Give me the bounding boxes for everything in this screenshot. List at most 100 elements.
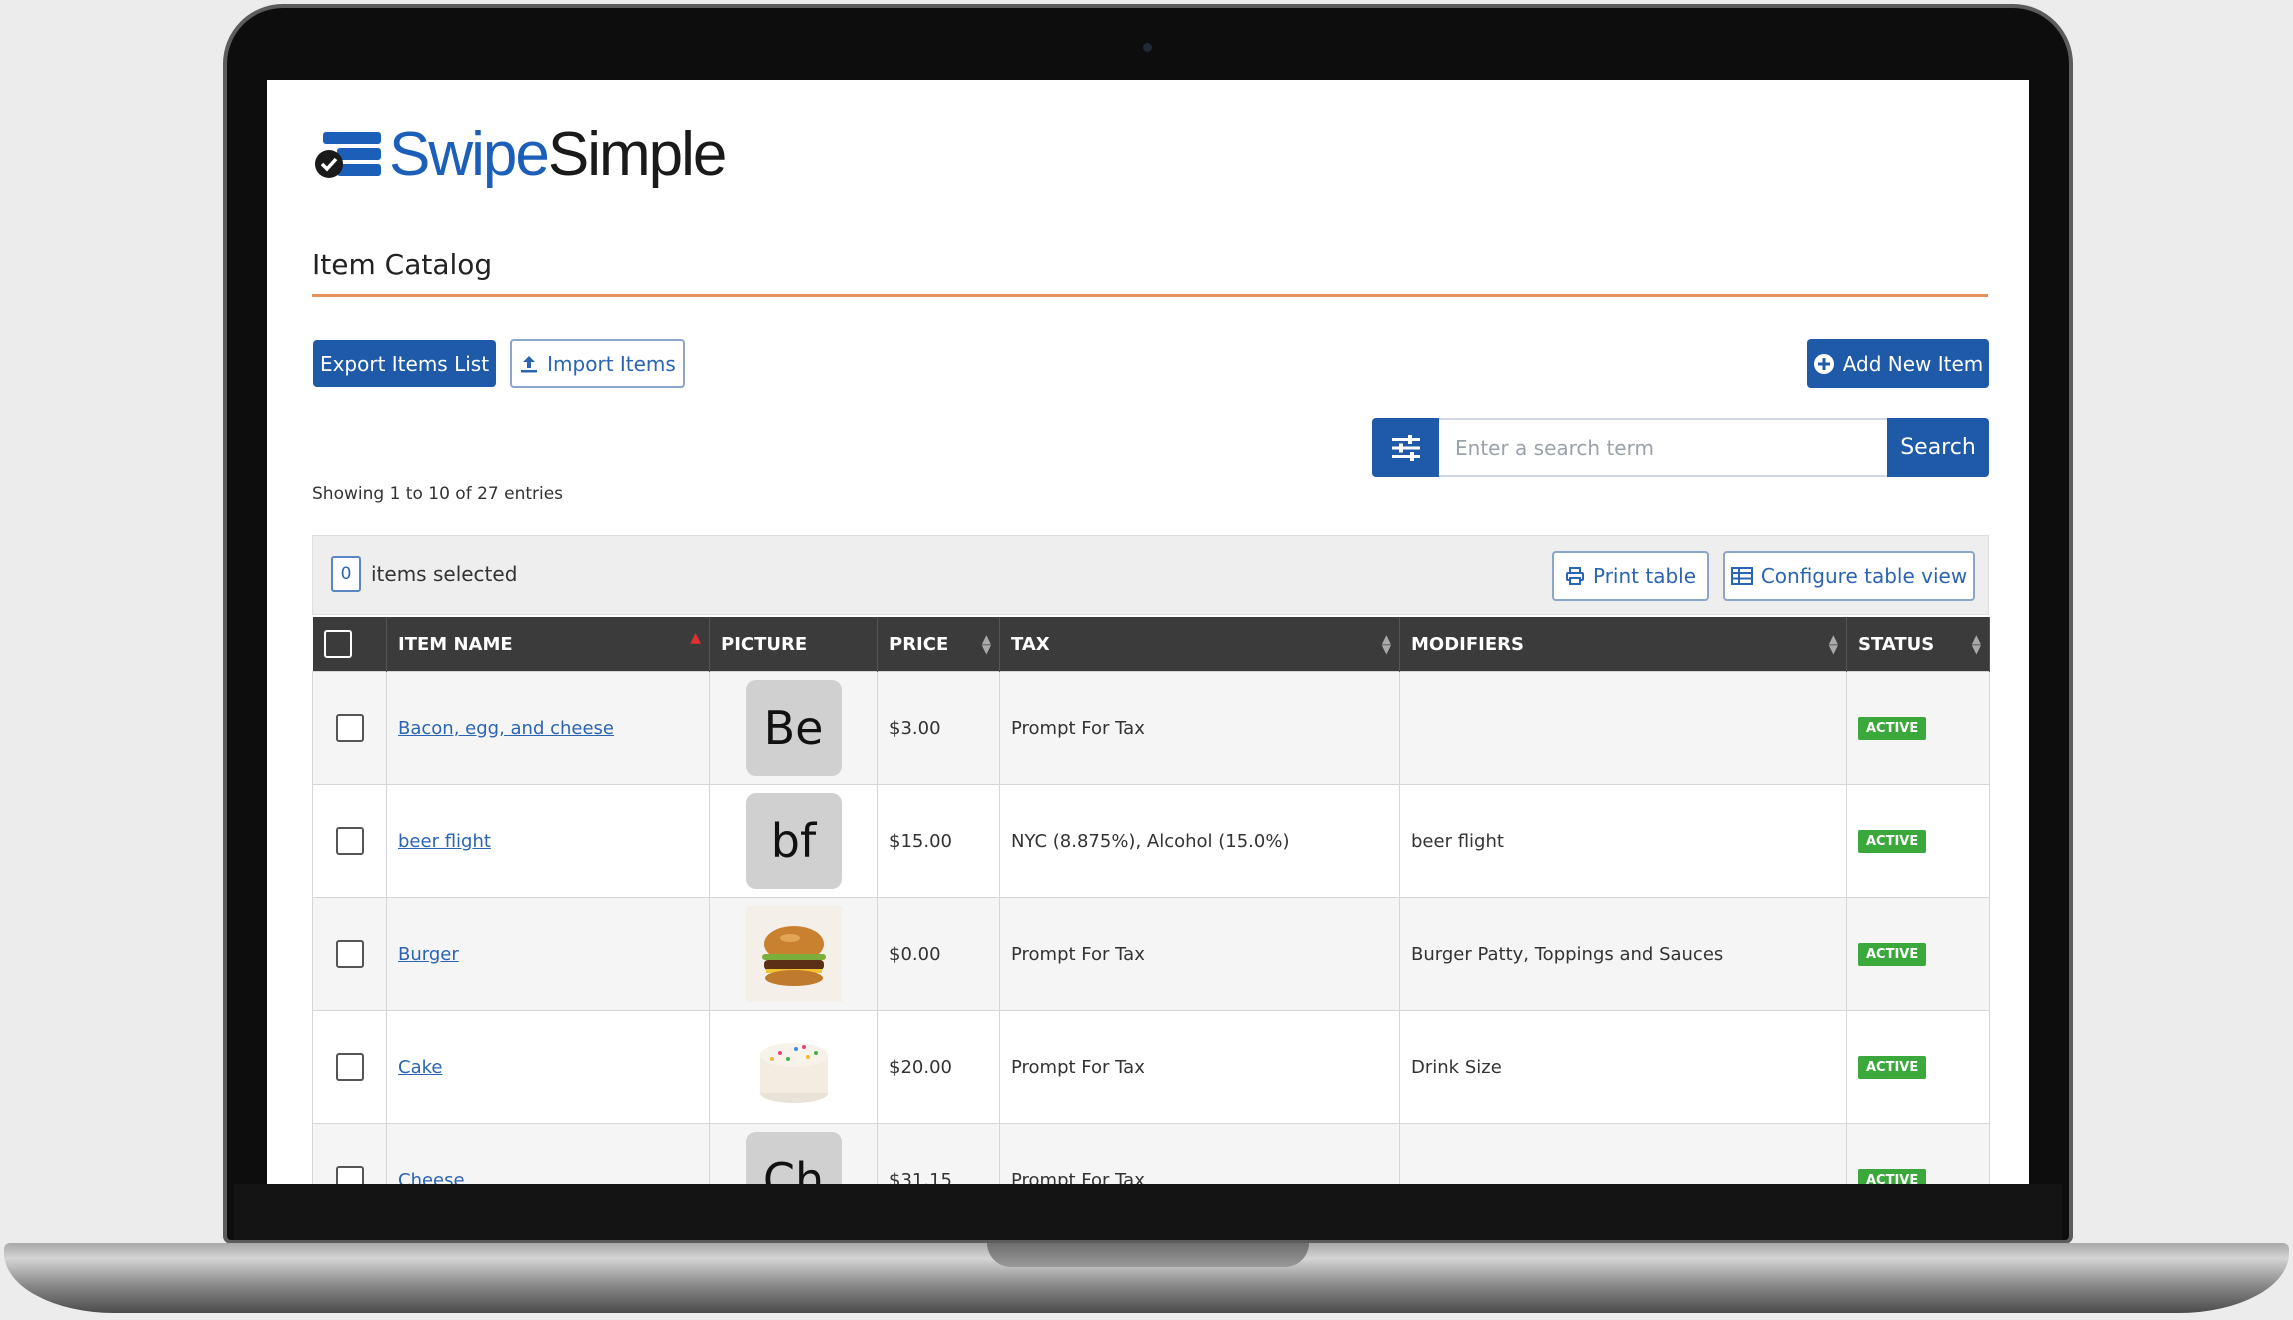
- table-row: beer flight bf $15.00 NYC (8.875%), Alco…: [312, 784, 1990, 898]
- picture-cell: [709, 1010, 878, 1124]
- logo-word-simple: Simple: [547, 119, 728, 189]
- configure-table-view-label: Configure table view: [1760, 564, 1968, 588]
- column-label: TAX: [1011, 633, 1050, 655]
- tax-cell: Prompt For Tax: [999, 1010, 1400, 1124]
- items-selected-label: items selected: [371, 562, 518, 586]
- print-table-button[interactable]: Print table: [1552, 551, 1709, 601]
- column-header-status[interactable]: STATUS ▲ ▼: [1846, 617, 1990, 672]
- table-row: Cake $20.00 Prompt For Tax Drink Size AC…: [312, 1010, 1990, 1124]
- status-badge: ACTIVE: [1858, 943, 1927, 966]
- picture-cell: Be: [709, 671, 878, 785]
- card-check-icon: [315, 132, 381, 178]
- modifiers-cell: Drink Size: [1399, 1010, 1847, 1124]
- row-checkbox[interactable]: [335, 1166, 364, 1184]
- modifiers-cell: [1399, 1123, 1847, 1184]
- status-badge: ACTIVE: [1858, 717, 1927, 740]
- price-cell: $15.00: [877, 784, 1000, 898]
- item-name-cell: Cake: [386, 1010, 710, 1124]
- item-name-link[interactable]: beer flight: [398, 831, 491, 852]
- status-badge: ACTIVE: [1858, 830, 1927, 853]
- print-table-label: Print table: [1592, 564, 1697, 588]
- row-select-cell: [312, 1010, 387, 1124]
- cake-photo: [745, 1019, 842, 1115]
- select-all-header: [312, 617, 387, 672]
- title-divider: [312, 294, 1988, 297]
- laptop-bottom-bezel: [234, 1184, 2062, 1240]
- column-header-picture: PICTURE: [709, 617, 878, 672]
- row-checkbox[interactable]: [335, 1053, 364, 1081]
- item-initials-tile: bf: [745, 793, 842, 889]
- import-items-button[interactable]: Import Items: [510, 339, 685, 388]
- item-name-cell: beer flight: [386, 784, 710, 898]
- price-cell: $31.15: [877, 1123, 1000, 1184]
- row-select-cell: [312, 1123, 387, 1184]
- price-cell: $0.00: [877, 897, 1000, 1011]
- sort-icon: ▲ ▼: [1971, 632, 1981, 656]
- column-label: PRICE: [889, 633, 949, 655]
- status-cell: ACTIVE: [1846, 1010, 1990, 1124]
- laptop-notch: [987, 1243, 1309, 1267]
- select-all-checkbox[interactable]: [323, 630, 352, 658]
- add-new-item-label: Add New Item: [1842, 351, 1984, 376]
- status-cell: ACTIVE: [1846, 784, 1990, 898]
- status-cell: ACTIVE: [1846, 1123, 1990, 1184]
- column-header-item-name[interactable]: ITEM NAME ▲: [386, 617, 710, 672]
- status-cell: ACTIVE: [1846, 897, 1990, 1011]
- modifiers-cell: [1399, 671, 1847, 785]
- column-header-tax[interactable]: TAX ▲ ▼: [999, 617, 1400, 672]
- column-label: ITEM NAME: [398, 633, 513, 655]
- row-select-cell: [312, 784, 387, 898]
- search-button[interactable]: Search: [1887, 418, 1989, 477]
- logo-wordmark: SwipeSimple: [389, 119, 728, 190]
- row-checkbox[interactable]: [335, 940, 364, 968]
- modifiers-cell: beer flight: [1399, 784, 1847, 898]
- export-items-button[interactable]: Export Items List: [313, 340, 496, 387]
- row-select-cell: [312, 671, 387, 785]
- item-name-cell: Bacon, egg, and cheese: [386, 671, 710, 785]
- status-cell: ACTIVE: [1846, 671, 1990, 785]
- row-checkbox[interactable]: [335, 714, 364, 742]
- row-checkbox[interactable]: [335, 827, 364, 855]
- table-row: Bacon, egg, and cheese Be $3.00 Prompt F…: [312, 671, 1990, 785]
- tax-cell: NYC (8.875%), Alcohol (15.0%): [999, 784, 1400, 898]
- item-name-link[interactable]: Cheese: [398, 1170, 465, 1185]
- import-items-label: Import Items: [547, 351, 676, 376]
- row-select-cell: [312, 897, 387, 1011]
- add-new-item-button[interactable]: Add New Item: [1807, 339, 1989, 388]
- sort-icon: ▲ ▼: [981, 632, 991, 656]
- swipesimple-logo[interactable]: SwipeSimple: [313, 118, 728, 190]
- table-toolbar: 0 items selected Print table Configure t…: [312, 535, 1989, 615]
- item-name-link[interactable]: Cake: [398, 1057, 442, 1078]
- tax-cell: Prompt For Tax: [999, 1123, 1400, 1184]
- column-header-price[interactable]: PRICE ▲ ▼: [877, 617, 1000, 672]
- printer-icon: [1565, 567, 1584, 585]
- table-row: Burger $0.00 Prompt For Tax Burger Patty…: [312, 897, 1990, 1011]
- picture-cell: Ch: [709, 1123, 878, 1184]
- status-badge: ACTIVE: [1858, 1169, 1927, 1184]
- screen: SwipeSimple Item Catalog Export Items Li…: [267, 80, 2029, 1184]
- upload-icon: [521, 355, 538, 372]
- column-label: STATUS: [1858, 633, 1935, 655]
- configure-table-view-button[interactable]: Configure table view: [1723, 551, 1975, 601]
- webcam: [1143, 43, 1152, 52]
- item-catalog-table: ITEM NAME ▲ PICTURE PRICE ▲ ▼ TAX ▲ ▼ MODIFIE…: [312, 617, 1990, 1184]
- table-header-row: ITEM NAME ▲ PICTURE PRICE ▲ ▼ TAX ▲ ▼ MODIFIE…: [312, 617, 1990, 672]
- modifiers-cell: Burger Patty, Toppings and Sauces: [1399, 897, 1847, 1011]
- entries-summary: Showing 1 to 10 of 27 entries: [312, 484, 564, 504]
- item-initials-tile: Ch: [745, 1132, 842, 1184]
- item-name-cell: Cheese: [386, 1123, 710, 1185]
- filter-button[interactable]: [1372, 418, 1439, 477]
- status-badge: ACTIVE: [1858, 1056, 1927, 1079]
- tax-cell: Prompt For Tax: [999, 671, 1400, 785]
- item-name-link[interactable]: Burger: [398, 944, 459, 965]
- column-header-modifiers[interactable]: MODIFIERS ▲ ▼: [1399, 617, 1847, 672]
- item-name-link[interactable]: Bacon, egg, and cheese: [398, 718, 614, 739]
- sort-icon: ▲ ▼: [1381, 632, 1391, 656]
- page-title: Item Catalog: [312, 248, 493, 281]
- picture-cell: [709, 897, 878, 1011]
- selected-count: 0: [331, 556, 361, 592]
- search-input[interactable]: [1439, 418, 1887, 477]
- burger-photo: [745, 906, 842, 1002]
- plus-circle-icon: [1813, 353, 1834, 374]
- column-label: PICTURE: [721, 633, 808, 655]
